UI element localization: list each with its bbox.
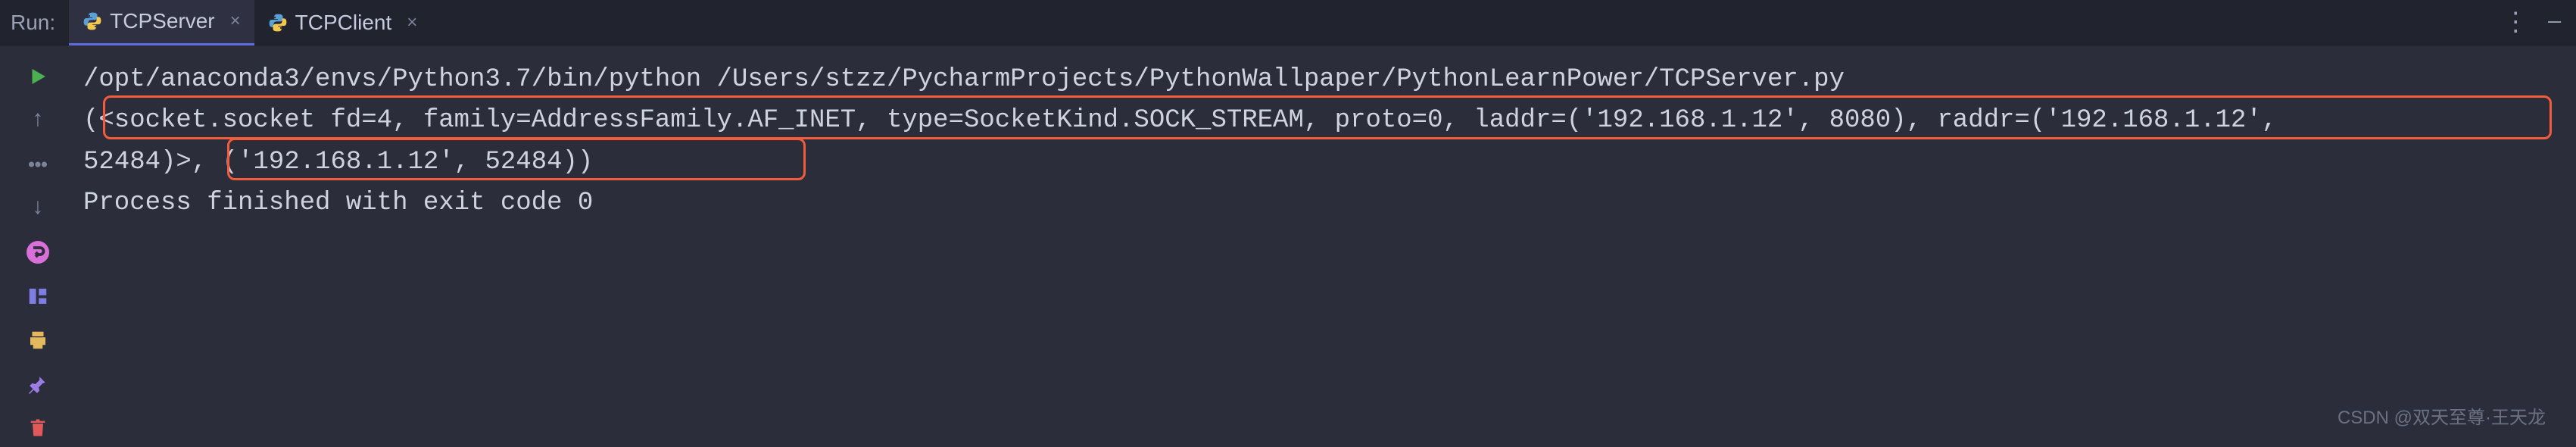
tab-tcpserver[interactable]: TCPServer × [69,0,254,45]
watermark: CSDN @双天至尊·王天龙 [2337,402,2546,429]
pin-button[interactable] [19,365,57,403]
arrow-down-icon: ↓ [31,195,45,221]
stop-dots-button[interactable] [19,145,57,183]
body: ↑ ↓ /opt/anaconda3/envs/Python3.7/bin/p [0,45,2576,447]
python-icon [83,11,102,31]
scroll-down-button[interactable]: ↓ [19,189,57,227]
layout-button[interactable] [19,277,57,315]
print-button[interactable] [19,321,57,359]
play-button[interactable] [19,58,57,95]
console-line: Process finished with exit code 0 [83,183,2576,224]
run-label: Run: [11,11,55,35]
close-icon[interactable]: × [407,12,417,33]
wrap-button[interactable] [19,233,57,271]
console-line: 52484)>, ('192.168.1.12', 52484)) [83,142,2576,183]
trash-icon [27,417,48,439]
tab-tcpclient[interactable]: TCPClient × [254,0,432,45]
close-icon[interactable]: × [230,11,241,32]
print-icon [27,329,49,352]
tab-label: TCPServer [110,9,214,33]
run-tool-window: Run: TCPServer × TCPClient × ⋮ — ↑ ↓ [0,0,2576,392]
play-icon [27,65,49,88]
pin-icon [28,374,48,394]
scroll-up-button[interactable]: ↑ [19,102,57,139]
arrow-up-icon: ↑ [31,108,45,133]
run-sidebar: ↑ ↓ [0,45,76,447]
console-line: (<socket.socket fd=4, family=AddressFami… [83,100,2576,141]
tab-label: TCPClient [295,11,392,35]
python-icon [268,13,288,33]
console-line: /opt/anaconda3/envs/Python3.7/bin/python… [83,59,2576,100]
layout-icon [27,285,49,308]
run-tabbar: Run: TCPServer × TCPClient × ⋮ — [0,0,2576,45]
wrap-icon [24,239,51,266]
hide-icon[interactable]: — [2548,11,2561,34]
console-output[interactable]: /opt/anaconda3/envs/Python3.7/bin/python… [76,45,2576,447]
trash-button[interactable] [19,409,57,447]
stop-dots-icon [25,152,51,177]
more-vertical-icon[interactable]: ⋮ [2503,7,2530,39]
